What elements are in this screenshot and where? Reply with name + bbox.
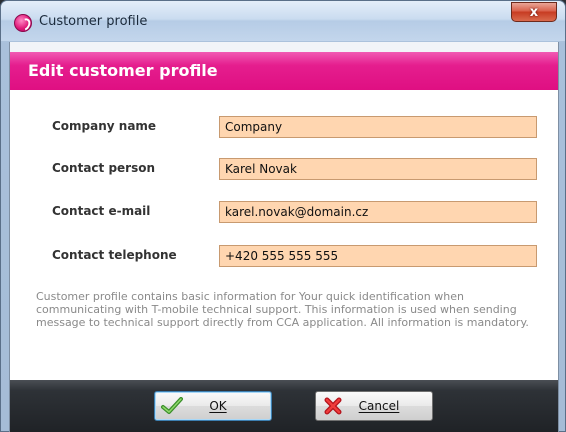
dialog-content: Edit customer profile Company name Conta… bbox=[9, 42, 559, 432]
company-name-row: Company name bbox=[10, 116, 558, 138]
close-button[interactable]: x bbox=[511, 2, 557, 22]
company-name-input[interactable] bbox=[219, 116, 537, 138]
app-icon bbox=[14, 14, 32, 32]
contact-email-label: Contact e-mail bbox=[52, 204, 151, 218]
contact-telephone-row: Contact telephone bbox=[10, 245, 558, 267]
company-name-label: Company name bbox=[52, 119, 157, 133]
ok-button-label: OK bbox=[209, 399, 227, 413]
ok-button[interactable]: OK bbox=[154, 391, 272, 421]
contact-person-row: Contact person bbox=[10, 158, 558, 180]
close-icon: x bbox=[529, 4, 539, 20]
contact-person-input[interactable] bbox=[219, 158, 537, 180]
contact-email-input[interactable] bbox=[219, 201, 537, 223]
cancel-button-label: Cancel bbox=[358, 399, 400, 413]
window-title: Customer profile bbox=[39, 14, 148, 29]
cancel-button[interactable]: Cancel bbox=[315, 391, 433, 421]
dialog-header-title: Edit customer profile bbox=[28, 61, 218, 80]
contact-person-label: Contact person bbox=[52, 161, 156, 175]
contact-email-row: Contact e-mail bbox=[10, 201, 558, 223]
top-strip bbox=[10, 42, 558, 52]
button-bar: OK Cancel bbox=[10, 380, 558, 432]
title-bar[interactable]: Customer profile x bbox=[1, 1, 565, 41]
contact-telephone-input[interactable] bbox=[219, 245, 537, 267]
dialog-header: Edit customer profile bbox=[10, 52, 558, 90]
contact-telephone-label: Contact telephone bbox=[52, 248, 177, 262]
customer-profile-window: Customer profile x Edit customer profile… bbox=[0, 0, 566, 432]
info-description: Customer profile contains basic informat… bbox=[36, 290, 529, 329]
checkmark-icon bbox=[157, 392, 187, 420]
red-x-icon bbox=[318, 392, 348, 420]
